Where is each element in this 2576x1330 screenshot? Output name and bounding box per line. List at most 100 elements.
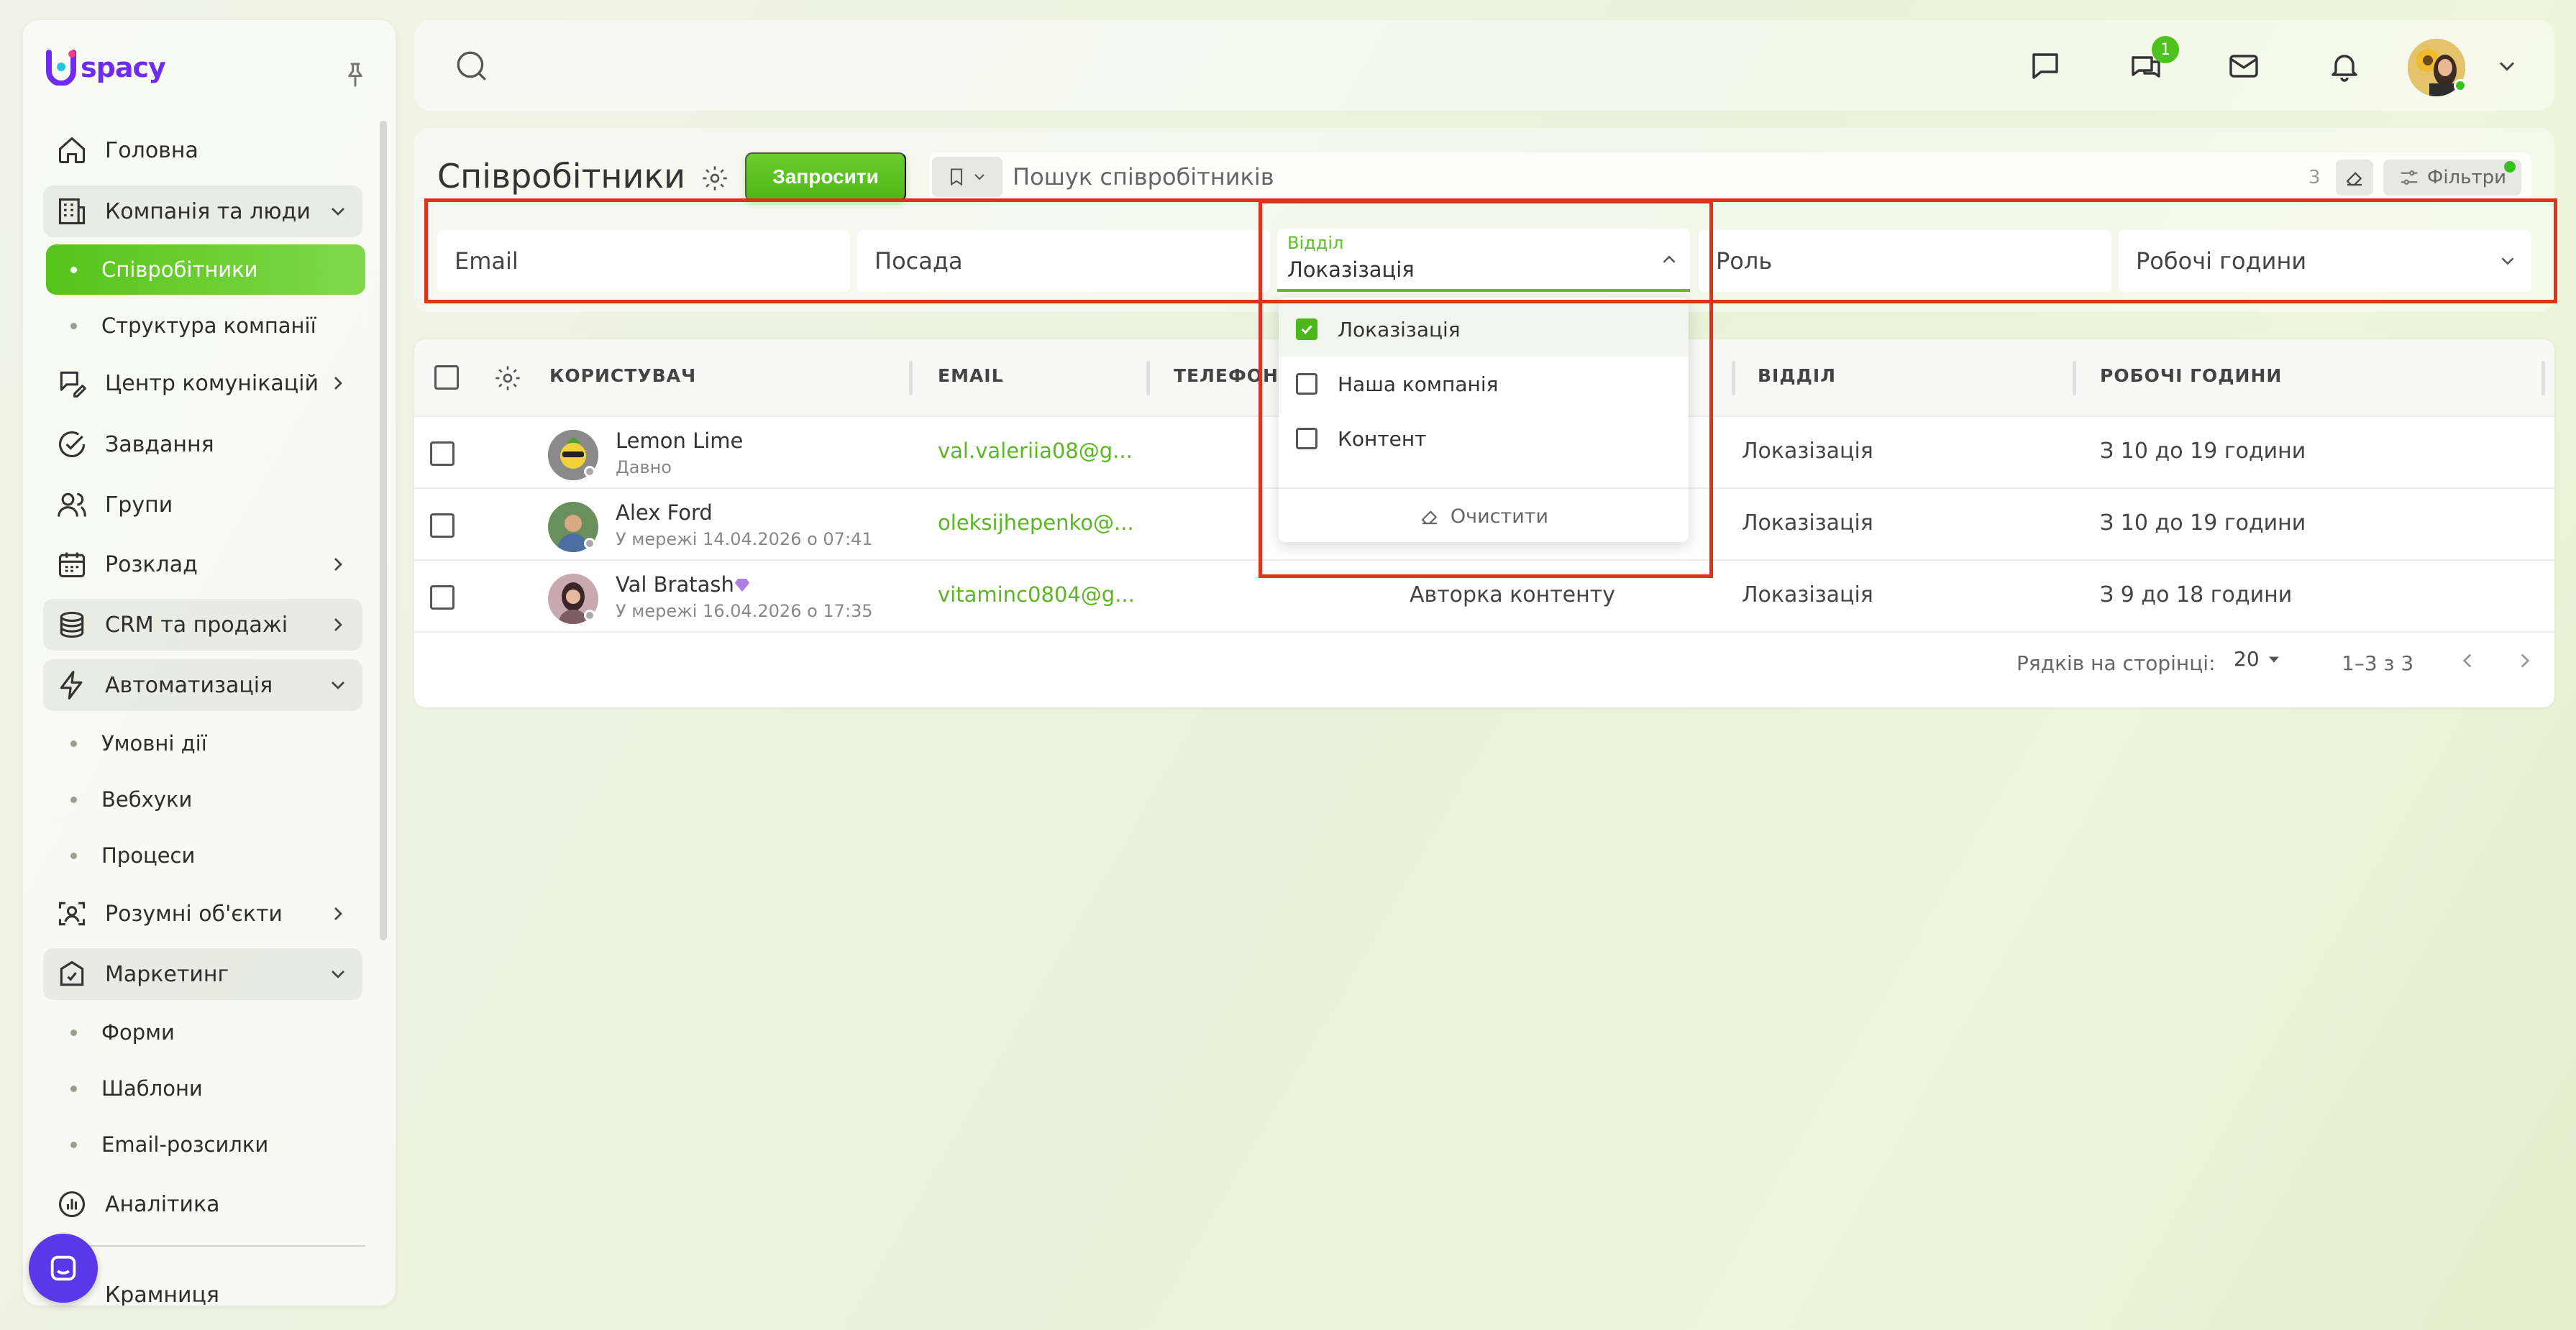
column-header-department[interactable]: ВІДДІЛ [1758, 365, 1836, 386]
sidebar-item-label: Компанія та люди [105, 198, 311, 224]
column-header-email[interactable]: EMAIL [938, 365, 1004, 386]
sidebar-item-schedule[interactable]: Розклад [43, 538, 362, 590]
calendar-icon [55, 547, 89, 582]
filters-button[interactable]: Фільтри [2383, 160, 2521, 196]
users-icon [55, 487, 89, 522]
column-resize-handle[interactable] [1732, 361, 1735, 395]
sidebar-item-label: Процеси [101, 843, 196, 868]
user-name[interactable]: Alex Ford [616, 500, 713, 525]
select-all-checkbox[interactable] [434, 365, 459, 390]
mail-icon[interactable] [2224, 46, 2264, 86]
bullet-icon [70, 740, 77, 747]
filters-label: Фільтри [2426, 167, 2507, 188]
logo-mark-icon [45, 50, 78, 86]
lightning-icon [55, 668, 89, 702]
offline-indicator [584, 538, 595, 549]
sidebar-item-label: Аналітика [105, 1191, 220, 1217]
employee-search-input[interactable] [1013, 160, 2163, 194]
prev-page-icon[interactable] [2455, 648, 2480, 676]
user-status: У мережі 14.04.2026 о 07:41 [616, 529, 873, 549]
bullet-icon [70, 1141, 77, 1148]
sidebar-item-label: Розумні об'єкти [105, 901, 283, 927]
sidebar-item-label: Умовні дії [101, 731, 207, 756]
user-name[interactable]: Lemon Lime [616, 428, 743, 453]
chat-icon [50, 1255, 76, 1281]
saved-filters-button[interactable] [932, 157, 1002, 197]
column-resize-handle[interactable] [909, 361, 913, 395]
premium-gem-icon [734, 577, 751, 597]
chevron-right-icon [326, 553, 350, 576]
sidebar-item-automation[interactable]: Автоматизація [43, 659, 362, 711]
column-header-working-hours[interactable]: РОБОЧІ ГОДИНИ [2100, 365, 2282, 386]
column-resize-handle[interactable] [2073, 361, 2076, 395]
columns-settings-gear-icon[interactable] [493, 364, 522, 395]
sidebar-item-company-structure[interactable]: Структура компанії [46, 301, 365, 351]
pin-icon[interactable] [341, 60, 370, 89]
sidebar-item-marketing[interactable]: Маркетинг [43, 948, 362, 1000]
row-checkbox[interactable] [430, 441, 455, 466]
sidebar-item-groups[interactable]: Групи [43, 479, 362, 531]
sidebar-item-templates[interactable]: Шаблони [46, 1063, 365, 1114]
sidebar-item-forms[interactable]: Форми [46, 1007, 365, 1058]
rows-per-page-select[interactable]: 20 [2234, 647, 2284, 671]
user-status: Давно [616, 457, 672, 477]
sidebar-item-label: Завдання [105, 431, 214, 457]
sidebar-item-label: Групи [105, 492, 173, 518]
chevron-down-icon[interactable] [2487, 46, 2527, 86]
sidebar-item-processes[interactable]: Процеси [46, 830, 365, 881]
column-resize-handle[interactable] [1146, 361, 1150, 395]
user-department: Локазізація [1742, 582, 1873, 607]
sidebar-item-analytics[interactable]: Аналітика [43, 1178, 362, 1230]
sidebar-item-smart-objects[interactable]: Розумні об'єкти [43, 888, 362, 940]
chat-bubble-icon[interactable] [2025, 46, 2065, 86]
rows-per-page-value: 20 [2234, 647, 2260, 671]
sliders-icon [2401, 170, 2418, 185]
sidebar-item-label: Розклад [105, 551, 198, 577]
column-resize-handle[interactable] [2541, 361, 2545, 395]
user-position: Авторка контенту [1410, 582, 1615, 607]
sidebar-item-label: Вебхуки [101, 787, 193, 812]
sidebar-item-communications[interactable]: Центр комунікацій [43, 357, 362, 409]
row-checkbox[interactable] [430, 513, 455, 538]
chevron-down-icon [326, 200, 350, 223]
bell-icon[interactable] [2324, 46, 2365, 86]
sidebar-item-label: Крамниця [105, 1282, 219, 1306]
search-icon[interactable] [452, 46, 492, 86]
logo[interactable]: spacy [45, 47, 166, 88]
sidebar-item-conditional-actions[interactable]: Умовні дії [46, 718, 365, 769]
sidebar-item-company[interactable]: Компанія та люди [43, 185, 362, 237]
sidebar-item-email-campaigns[interactable]: Email-розсилки [46, 1119, 365, 1170]
results-count: 3 [2308, 167, 2321, 188]
sidebar-item-crm[interactable]: CRM та продажі [43, 599, 362, 651]
row-checkbox[interactable] [430, 585, 455, 610]
user-status: У мережі 16.04.2026 о 17:35 [616, 601, 873, 621]
logo-text: spacy [81, 52, 166, 83]
sidebar-item-label: Структура компанії [101, 313, 316, 338]
next-page-icon[interactable] [2513, 648, 2537, 676]
user-name[interactable]: Val Bratash [616, 572, 734, 597]
sidebar-scrollbar[interactable] [380, 121, 387, 940]
column-header-user[interactable]: КОРИСТУВАЧ [549, 365, 696, 386]
sidebar-item-label: Шаблони [101, 1076, 203, 1101]
sidebar-divider [81, 1245, 365, 1247]
caret-down-icon [2268, 656, 2279, 663]
sidebar-item-webhooks[interactable]: Вебхуки [46, 774, 365, 825]
user-working-hours: З 10 до 19 години [2100, 510, 2306, 536]
online-indicator [2454, 79, 2467, 92]
sidebar-item-tasks[interactable]: Завдання [43, 418, 362, 470]
pagination-range: 1–3 з 3 [2342, 651, 2414, 675]
clear-filters-button[interactable] [2336, 160, 2373, 196]
sidebar-item-employees[interactable]: Співробітники [46, 244, 365, 295]
user-email[interactable]: vitaminc0804@g... [938, 582, 1135, 607]
support-chat-button[interactable] [29, 1234, 98, 1303]
sidebar-item-home[interactable]: Головна [43, 124, 362, 176]
user-email[interactable]: val.valeriia08@g... [938, 439, 1133, 463]
building-icon [55, 194, 89, 229]
user-email[interactable]: oleksijhepenko@... [938, 510, 1134, 535]
settings-gear-icon[interactable] [700, 164, 729, 193]
check-circle-icon [55, 427, 89, 462]
invite-button[interactable]: Запросити [745, 152, 906, 201]
bullet-icon [70, 1029, 77, 1036]
chevron-down-icon [326, 963, 350, 986]
messenger-icon[interactable]: 1 [2126, 36, 2179, 86]
